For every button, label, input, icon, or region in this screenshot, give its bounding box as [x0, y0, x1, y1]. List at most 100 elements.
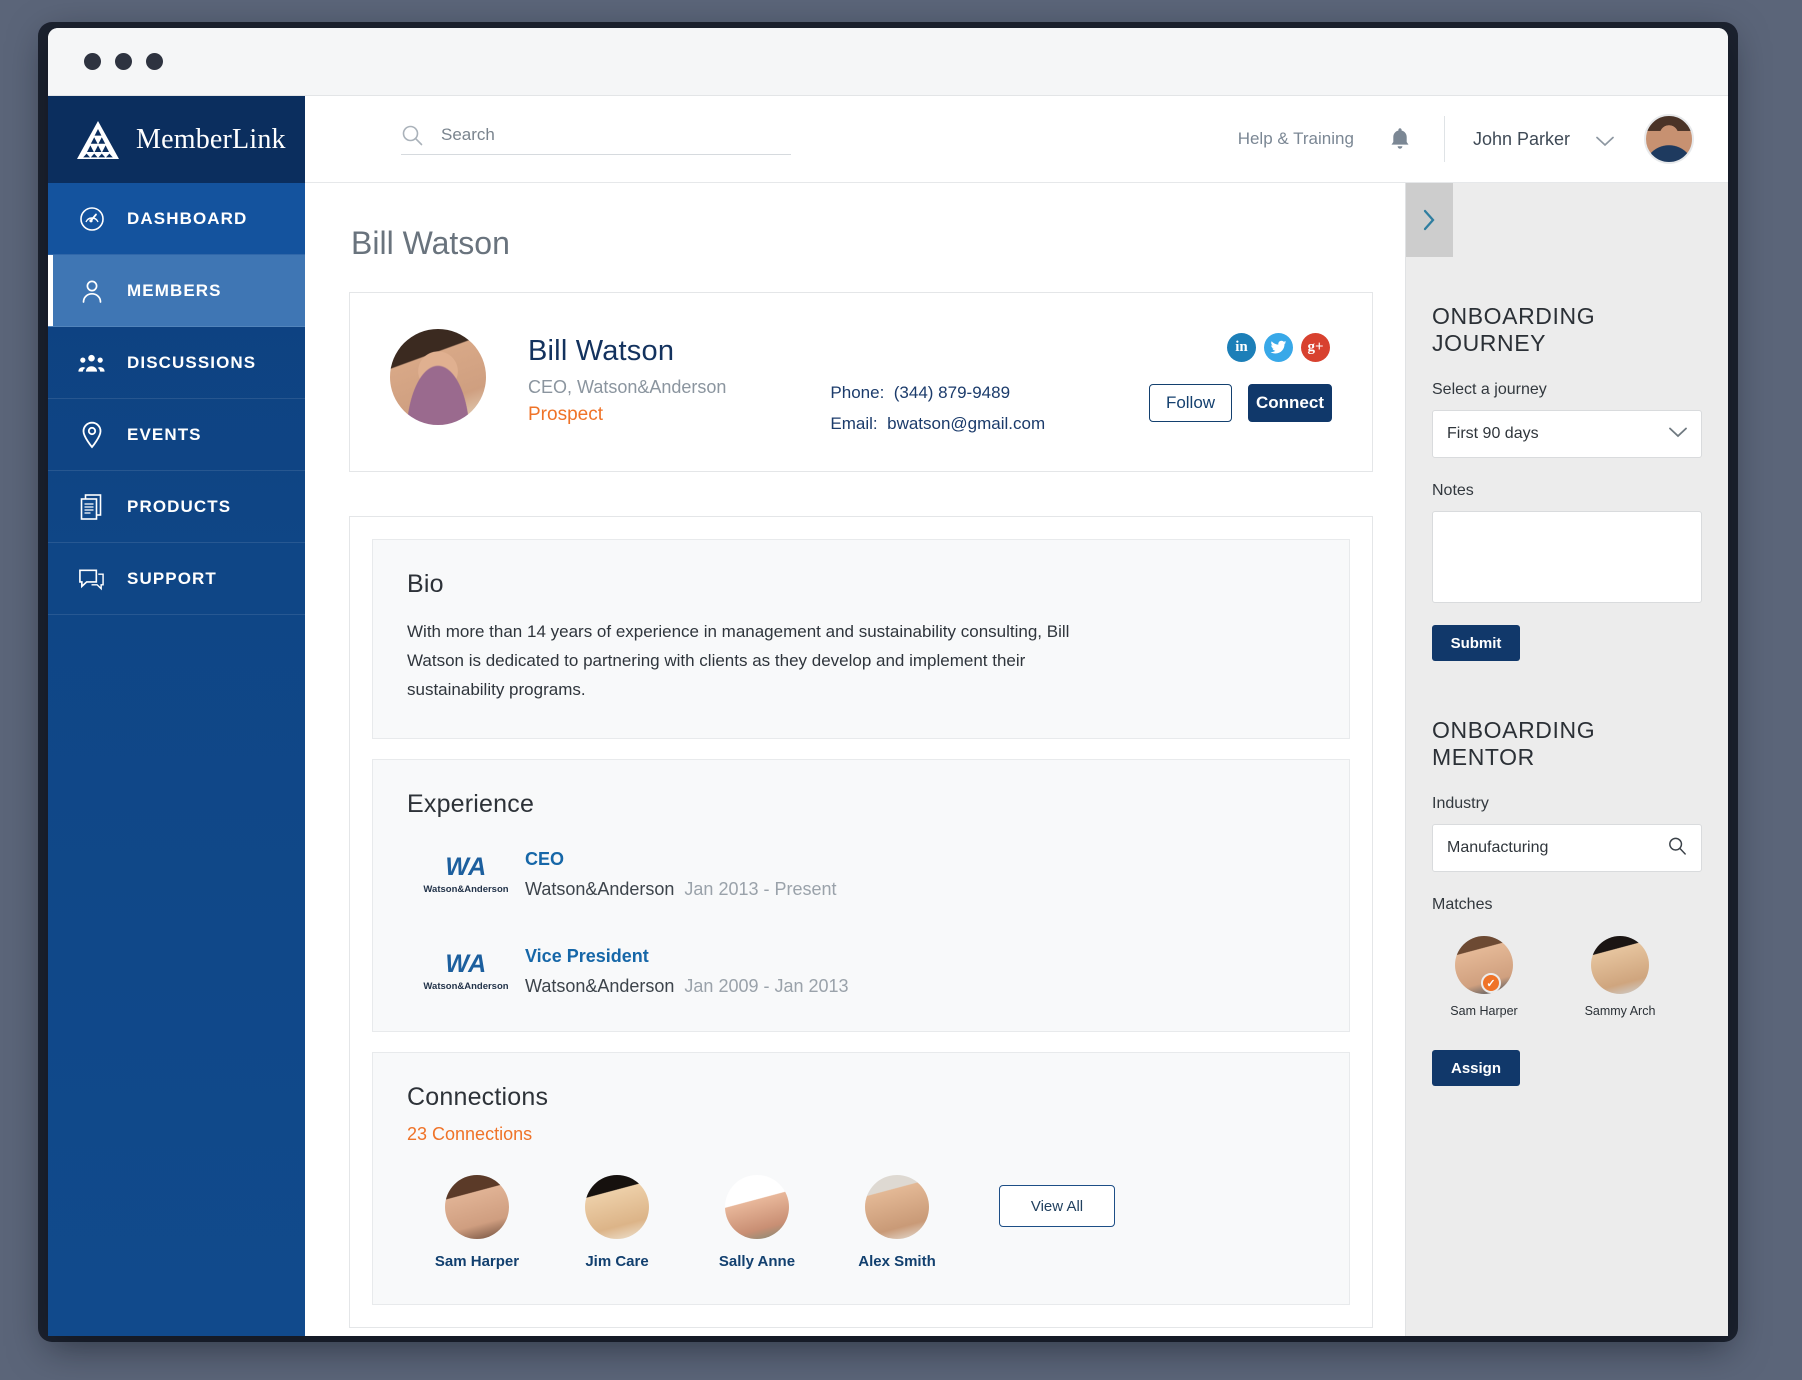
linkedin-icon[interactable]: in	[1227, 333, 1256, 362]
onboarding-mentor-heading: ONBOARDING MENTOR	[1432, 717, 1596, 770]
brand-logo[interactable]: MemberLink	[48, 96, 305, 183]
notes-label: Notes	[1432, 482, 1474, 499]
connections-heading: Connections	[407, 1083, 549, 1111]
connect-button[interactable]: Connect	[1248, 384, 1332, 422]
matches-label: Matches	[1432, 896, 1493, 913]
window-dot-close[interactable]	[84, 53, 101, 70]
connection-name: Jim Care	[585, 1253, 649, 1270]
avatar[interactable]	[1644, 114, 1694, 164]
bio-panel: Bio With more than 14 years of experienc…	[372, 539, 1350, 739]
submit-button[interactable]: Submit	[1432, 625, 1520, 661]
sidebar-item-label: PRODUCTS	[127, 496, 232, 516]
email-label: Email:	[830, 414, 878, 433]
sidebar-item-label: DASHBOARD	[127, 208, 248, 228]
experience-role[interactable]: Vice President	[525, 946, 849, 967]
twitter-icon[interactable]	[1264, 333, 1293, 362]
company-logo-text: WA	[445, 950, 487, 978]
profile-detail-card: Bio With more than 14 years of experienc…	[349, 516, 1373, 1328]
connections-count[interactable]: 23 Connections	[407, 1124, 1315, 1145]
list-item[interactable]: ✓ Sam Harper	[1438, 936, 1530, 1018]
follow-button[interactable]: Follow	[1149, 384, 1232, 422]
journey-select[interactable]: First 90 days	[1432, 410, 1702, 458]
main-content: Bill Watson Bill Watson CEO, Watson&Ande…	[305, 183, 1405, 1336]
connection-name: Alex Smith	[858, 1253, 936, 1270]
onboarding-journey-heading: ONBOARDING JOURNEY	[1432, 303, 1596, 356]
search-box[interactable]	[401, 124, 791, 155]
avatar	[585, 1175, 649, 1239]
sidebar-item-members[interactable]: MEMBERS	[48, 255, 305, 327]
experience-role[interactable]: CEO	[525, 849, 837, 870]
company-logo-text: WA	[445, 853, 487, 881]
matches-list: ✓ Sam Harper Sammy Arch	[1432, 936, 1702, 1018]
google-plus-icon[interactable]: g+	[1301, 333, 1330, 362]
connections-list: Sam Harper Jim Care Sally Anne Alex Smit…	[407, 1175, 1315, 1270]
sidebar-item-label: SUPPORT	[127, 568, 217, 588]
sidebar-item-dashboard[interactable]: DASHBOARD	[48, 183, 305, 255]
assign-button[interactable]: Assign	[1432, 1050, 1520, 1086]
sidebar-item-support[interactable]: SUPPORT	[48, 543, 305, 615]
phone-row: Phone: (344) 879-9489	[830, 377, 1045, 408]
sidebar-item-label: MEMBERS	[127, 280, 222, 300]
window-dot-maximize[interactable]	[146, 53, 163, 70]
triangle-logo-icon	[76, 120, 120, 160]
window-titlebar	[48, 28, 1728, 96]
phone-label: Phone:	[830, 383, 885, 402]
list-item[interactable]: Sam Harper	[407, 1175, 547, 1270]
company-logo-subtext: Watson&Anderson	[423, 884, 509, 895]
industry-input[interactable]: Manufacturing	[1432, 824, 1702, 872]
experience-meta: Watson&Anderson Jan 2013 - Present	[525, 879, 837, 900]
vertical-divider	[1443, 116, 1445, 162]
match-name: Sam Harper	[1450, 1004, 1518, 1018]
profile-contact: Phone: (344) 879-9489 Email: bwatson@gma…	[830, 329, 1045, 439]
company-logo-subtext: Watson&Anderson	[423, 981, 509, 992]
chevron-right-icon[interactable]	[1406, 183, 1453, 257]
journey-select-value: First 90 days	[1447, 425, 1539, 442]
industry-value: Manufacturing	[1447, 839, 1549, 856]
profile-avatar	[390, 329, 486, 425]
map-pin-icon	[78, 421, 105, 448]
experience-panel: Experience WA Watson&Anderson CEO Watson…	[372, 759, 1350, 1032]
list-item[interactable]: Sammy Arch	[1574, 936, 1666, 1018]
list-item[interactable]: Jim Care	[547, 1175, 687, 1270]
dashboard-gauge-icon	[78, 205, 105, 232]
list-item[interactable]: Alex Smith	[827, 1175, 967, 1270]
sidebar-filler	[48, 615, 305, 1336]
search-icon[interactable]	[1667, 836, 1687, 861]
sidebar-item-products[interactable]: PRODUCTS	[48, 471, 305, 543]
sidebar-item-events[interactable]: EVENTS	[48, 399, 305, 471]
page-title: Bill Watson	[351, 225, 510, 261]
avatar	[865, 1175, 929, 1239]
sidebar-item-discussions[interactable]: DISCUSSIONS	[48, 327, 305, 399]
list-item[interactable]: Sally Anne	[687, 1175, 827, 1270]
view-all-button[interactable]: View All	[999, 1185, 1115, 1227]
experience-company: Watson&Anderson	[525, 976, 675, 996]
documents-icon	[78, 493, 105, 520]
sidebar-item-label: DISCUSSIONS	[127, 352, 257, 372]
help-and-training-link[interactable]: Help & Training	[1238, 129, 1354, 149]
avatar	[1591, 936, 1649, 994]
browser-window: MemberLink DASHBOARD MEMBERS DISCUSSIONS…	[48, 28, 1728, 1336]
experience-meta: Watson&Anderson Jan 2009 - Jan 2013	[525, 976, 849, 997]
notification-bell-icon[interactable]	[1388, 126, 1412, 152]
notes-input[interactable]	[1432, 511, 1702, 603]
connection-name: Sam Harper	[434, 1253, 520, 1270]
profile-card: Bill Watson CEO, Watson&Anderson Prospec…	[349, 292, 1373, 472]
experience-heading: Experience	[407, 790, 535, 818]
user-name-label: John Parker	[1472, 128, 1570, 149]
experience-company: Watson&Anderson	[525, 879, 675, 899]
person-icon	[78, 277, 105, 304]
gplus-glyph: g+	[1307, 339, 1324, 355]
search-input[interactable]	[441, 124, 791, 145]
match-name: Sammy Arch	[1584, 1004, 1656, 1018]
profile-title: CEO, Watson&Anderson	[528, 377, 727, 397]
industry-label: Industry	[1432, 795, 1489, 812]
chevron-down-icon[interactable]	[1596, 134, 1614, 146]
avatar: ✓	[1455, 936, 1513, 994]
company-logo: WA Watson&Anderson	[407, 946, 525, 992]
window-dot-minimize[interactable]	[115, 53, 132, 70]
email-value: bwatson@gmail.com	[887, 414, 1046, 433]
chat-bubble-icon	[78, 565, 105, 592]
connection-name: Sally Anne	[718, 1253, 796, 1270]
top-right-controls: Help & Training John Parker	[1238, 114, 1694, 164]
status-badge: Prospect	[528, 404, 603, 425]
